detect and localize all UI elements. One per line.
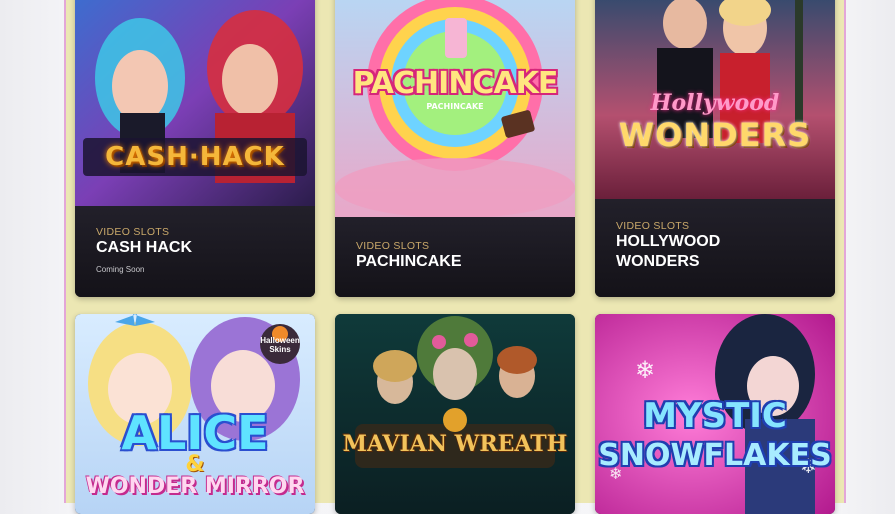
badge-line2: Skins (269, 345, 291, 354)
game-card-hollywood-wonders[interactable]: Hollywood WONDERS VIDEO SLOTS HOLLYWOOD … (595, 0, 835, 297)
game-category: VIDEO SLOTS (616, 220, 690, 232)
game-title: CASH HACK (96, 239, 192, 256)
game-logo: CASH·HACK (105, 142, 285, 172)
game-sublogo: PACHINCAKE (426, 102, 484, 111)
game-card-pachincake[interactable]: PACHINCAKE PACHINCAKE VIDEO SLOTS PACHIN… (335, 0, 575, 297)
halloween-badge: Halloween Skins (255, 336, 305, 354)
game-title: PACHINCAKE (356, 253, 462, 270)
game-card-mystic-snowflakes[interactable]: ❄ ❄ ❄ MYSTIC SNOWFLAKES (595, 314, 835, 514)
game-logo-line1: MYSTIC (643, 396, 787, 436)
game-logo: PACHINCAKE (352, 66, 559, 101)
game-info: VIDEO SLOTS CASH HACK Coming Soon (75, 206, 315, 297)
game-logo-line2: SNOWFLAKES (598, 438, 832, 473)
game-category: VIDEO SLOTS (96, 226, 170, 238)
game-card-cash-hack[interactable]: CASH·HACK VIDEO SLOTS CASH HACK Coming S… (75, 0, 315, 297)
game-logo: WONDERS (618, 116, 812, 154)
game-card-mavian-wreath[interactable]: MAVIAN WREATH (335, 314, 575, 514)
game-info: VIDEO SLOTS PACHINCAKE (335, 217, 575, 297)
game-logo-script: Hollywood (650, 90, 780, 116)
snowflake-icon: ❄ (635, 357, 656, 384)
game-thumbnail[interactable]: PACHINCAKE PACHINCAKE (335, 0, 575, 218)
game-info: VIDEO SLOTS HOLLYWOOD WONDERS (595, 199, 835, 297)
game-logo: MAVIAN WREATH (342, 431, 568, 457)
badge-line1: Halloween (260, 336, 300, 345)
game-category: VIDEO SLOTS (356, 240, 430, 252)
game-logo-line2: WONDER MIRROR (85, 474, 305, 499)
coming-soon-label: Coming Soon (96, 265, 145, 274)
game-card-alice-wonder-mirror[interactable]: Halloween Skins ALICE & WONDER MIRROR (75, 314, 315, 514)
game-thumbnail[interactable]: CASH·HACK (75, 0, 315, 208)
game-title-line2: WONDERS (616, 253, 700, 270)
game-thumbnail[interactable]: ❄ ❄ ❄ MYSTIC SNOWFLAKES (595, 314, 835, 514)
game-thumbnail[interactable]: Hollywood WONDERS (595, 0, 835, 200)
game-thumbnail[interactable]: Halloween Skins ALICE & WONDER MIRROR (75, 314, 315, 514)
game-thumbnail[interactable]: MAVIAN WREATH (335, 314, 575, 514)
game-title-line1: HOLLYWOOD (616, 233, 721, 250)
